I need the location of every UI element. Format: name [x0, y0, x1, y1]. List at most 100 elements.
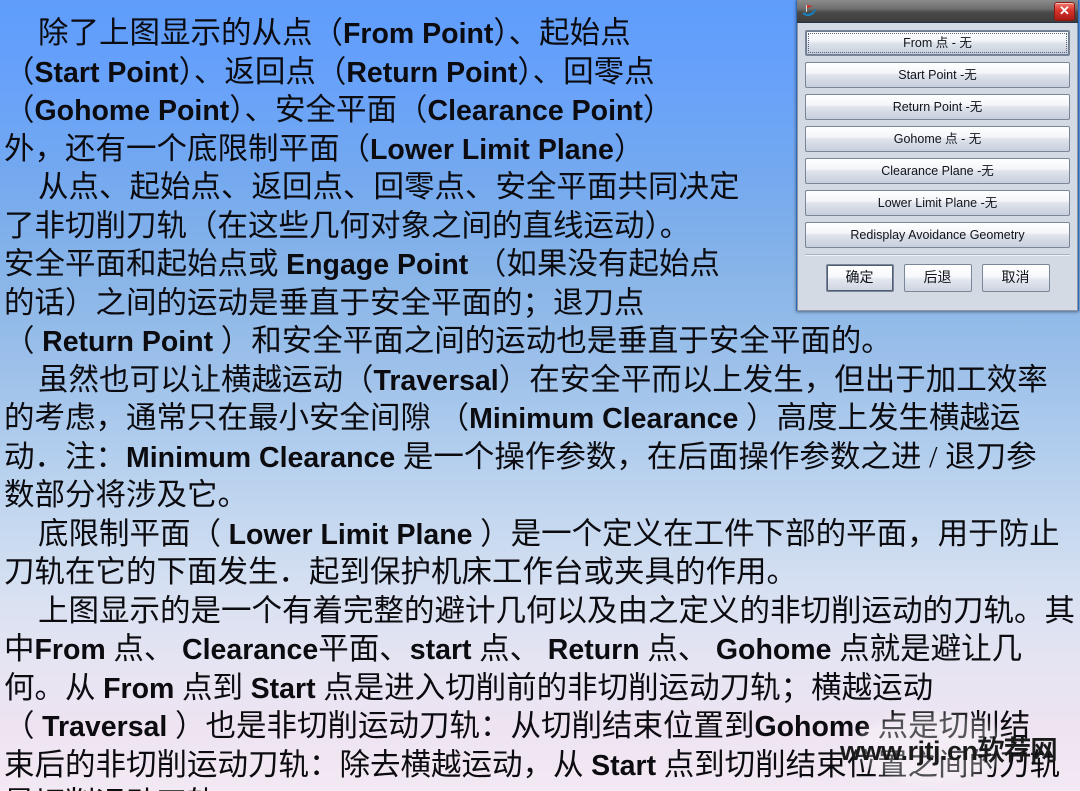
geometry-button-4[interactable]: Clearance Plane -无	[805, 158, 1070, 184]
term-emphasis: Traversal	[42, 711, 168, 743]
geometry-button-label: From 点 - 无	[903, 36, 972, 50]
action-button-label: 后退	[923, 269, 952, 285]
term-emphasis: Lower Limit Plane	[228, 518, 473, 551]
text-run: 从点、起始点、返回点、回零点、安全平面共同决定	[38, 170, 740, 204]
text-run: 是切削运动刀轨。	[4, 786, 248, 791]
action-button-1[interactable]: 后退	[903, 264, 972, 292]
text-run: ）、安全平面（	[229, 93, 428, 127]
geometry-button-5[interactable]: Lower Limit Plane -无	[805, 190, 1070, 216]
term-emphasis: Gohome Point	[34, 95, 230, 127]
text-run: 点、	[105, 632, 182, 666]
text-run: 何。从	[4, 670, 104, 705]
avoidance-geometry-button-list: From 点 - 无 Start Point -无 Return Point -无 G…	[805, 30, 1070, 248]
term-emphasis: From	[34, 634, 106, 666]
text-run: 点、	[471, 632, 548, 666]
geometry-button-3[interactable]: Gohome 点 - 无	[805, 126, 1070, 152]
term-emphasis: Start Point	[34, 56, 179, 89]
nx-app-icon	[801, 3, 818, 20]
text-run: ）、起始点	[493, 16, 631, 50]
term-emphasis: Minimum Clearance	[126, 441, 396, 474]
action-button-0[interactable]: 确定	[825, 264, 894, 292]
text-run: （	[4, 54, 35, 89]
text-run: ）高度上发生横越运	[738, 401, 1021, 435]
dialog-body: From 点 - 无 Start Point -无 Return Point -无 G…	[797, 23, 1078, 311]
term-emphasis: Return	[547, 634, 640, 666]
text-line: 的考虑，通常只在最小安全间隙 （Minimum Clearance ）高度上发生…	[0, 399, 1080, 438]
geometry-button-label: Gohome 点 - 无	[893, 132, 982, 146]
close-icon[interactable]: ✕	[1054, 2, 1075, 21]
text-run: 动．注：	[4, 439, 126, 474]
geometry-button-label: Clearance Plane -无	[881, 164, 994, 178]
text-run: 点是进入切削前的非切削运动刀轨；横越运动	[315, 670, 934, 705]
text-line: 是切削运动刀轨。	[0, 784, 1080, 791]
text-line: 上图显示的是一个有着完整的避计几何以及由之定义的非切削运动的刀轨。其	[0, 592, 1080, 631]
text-line: 虽然也可以让横越运动（Traversal）在安全平而以上发生，但出于加工效率	[0, 361, 1080, 400]
nx-avoidance-geometry-dialog: ✕ From 点 - 无 Start Point -无 Return Point -…	[796, 0, 1079, 311]
geometry-button-label: Lower Limit Plane -无	[877, 196, 998, 210]
text-line: 动．注：Minimum Clearance 是一个操作参数，在后面操作参数之进 …	[0, 438, 1080, 477]
term-emphasis: Start	[591, 749, 657, 782]
text-run: （	[4, 93, 35, 127]
text-run: ）	[613, 131, 645, 166]
divider	[805, 254, 1070, 256]
dialog-titlebar: ✕	[797, 0, 1078, 23]
text-run: 底限制平面（	[38, 516, 229, 551]
term-emphasis: From	[103, 672, 175, 705]
text-line: 中From 点、 Clearance平面、start 点、 Return 点、 …	[0, 630, 1080, 669]
geometry-button-label: Return Point -无	[892, 100, 983, 114]
text-run: ）是一个定义在工件下部的平面，用于防止	[472, 516, 1060, 551]
text-run: （如果没有起始点	[468, 247, 720, 281]
text-run: ）、回零点	[517, 54, 655, 89]
text-run: 点、	[639, 632, 716, 666]
text-run: 安全平面和起始点或	[4, 247, 287, 281]
text-line: 何。从 From 点到 Start 点是进入切削前的非切削运动刀轨；横越运动	[0, 669, 1080, 708]
term-emphasis: Start	[250, 672, 316, 705]
term-emphasis: Traversal	[373, 364, 499, 397]
geometry-button-0[interactable]: From 点 - 无	[805, 30, 1070, 56]
term-emphasis: Minimum Clearance	[469, 403, 739, 435]
text-run: 除了上图显示的从点（	[38, 16, 343, 50]
text-run: ）也是非切削运动刀轨：从切削结束位置到	[167, 709, 755, 743]
term-emphasis: Lower Limit Plane	[370, 133, 614, 166]
term-emphasis: Clearance Point	[427, 95, 643, 127]
text-run: 的话）之间的运动是垂直于安全平面的；退刀点	[4, 285, 645, 320]
text-run: ）在安全平而以上发生，但出于加工效率	[498, 362, 1048, 397]
text-run: ）、返回点（	[178, 54, 347, 89]
text-run: ）	[642, 93, 674, 127]
text-run: 数部分将涉及它。	[4, 478, 248, 512]
text-line: （ Return Point ）和安全平面之间的运动也是垂直于安全平面的。	[0, 322, 1080, 361]
geometry-button-6[interactable]: Redisplay Avoidance Geometry	[805, 222, 1070, 248]
text-run: 点到	[174, 670, 251, 705]
text-run: 的考虑，通常只在最小安全间隙 （	[4, 401, 470, 435]
term-emphasis: Return Point	[42, 326, 214, 358]
text-run: 中	[4, 632, 35, 666]
text-line: 数部分将涉及它。	[0, 476, 1080, 515]
geometry-button-label: Redisplay Avoidance Geometry	[850, 228, 1025, 242]
text-run: 刀轨在它的下面发生．起到保护机床工作台或夹具的作用。	[4, 555, 797, 589]
text-run: 上图显示的是一个有着完整的避计几何以及由之定义的非切削运动的刀轨。其	[38, 593, 1075, 628]
text-line: 刀轨在它的下面发生．起到保护机床工作台或夹具的作用。	[0, 553, 1080, 592]
term-emphasis: Clearance	[182, 634, 319, 666]
text-run: （	[4, 709, 43, 743]
geometry-button-2[interactable]: Return Point -无	[805, 94, 1070, 120]
term-emphasis: From Point	[343, 18, 494, 50]
text-run: 点就是避让几	[831, 632, 1023, 666]
text-run: 束后的非切削运动刀轨：除去横越运动，从	[4, 747, 592, 782]
action-button-label: 取消	[1001, 269, 1030, 285]
term-emphasis: Gohome	[715, 634, 832, 666]
geometry-button-1[interactable]: Start Point -无	[805, 62, 1070, 88]
text-run: （	[4, 324, 43, 358]
geometry-button-label: Start Point -无	[898, 68, 977, 82]
dialog-action-row: 确定 后退 取消	[805, 264, 1070, 292]
slide-canvas: 除了上图显示的从点（From Point）、起始点 （Start Point）、返…	[0, 0, 1080, 791]
term-emphasis: Return Point	[346, 56, 518, 89]
text-run: ）和安全平面之间的运动也是垂直于安全平面的。	[213, 324, 892, 358]
text-run: 是一个操作参数，在后面操作参数之进 / 退刀参	[395, 439, 1037, 474]
text-run: 平面、	[318, 632, 410, 666]
action-button-2[interactable]: 取消	[981, 264, 1050, 292]
term-emphasis: Engage Point	[286, 249, 469, 281]
text-run: 了非切削刀轨（在这些几何对象之间的直线运动）。	[4, 208, 691, 243]
term-emphasis: start	[409, 634, 472, 666]
text-run: 外，还有一个底限制平面（	[4, 131, 370, 166]
text-run: 虽然也可以让横越运动（	[38, 362, 374, 397]
